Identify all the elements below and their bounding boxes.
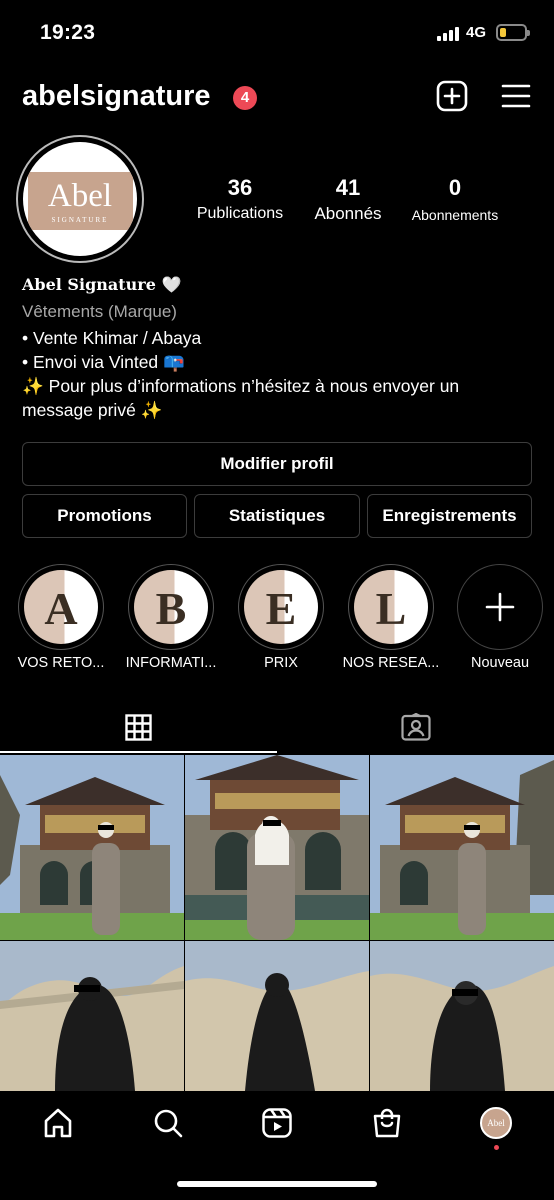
- bio-display-name: 𝐀𝐛𝐞𝐥 𝐒𝐢𝐠𝐧𝐚𝐭𝐮𝐫𝐞 🤍: [22, 275, 182, 294]
- notification-badge[interactable]: 4: [233, 86, 257, 110]
- stat-value: 41: [335, 175, 361, 200]
- bio-line: • Envoi via Vinted 📪: [22, 352, 185, 372]
- hamburger-menu-icon: [501, 84, 531, 108]
- stat-publications[interactable]: 36 Publications: [190, 175, 290, 223]
- saved-button[interactable]: Enregistrements: [367, 494, 532, 538]
- highlight-label: VOS RETO...: [17, 655, 105, 671]
- home-icon: [44, 1108, 72, 1138]
- bio-line: • Vente Khimar / Abaya: [22, 328, 202, 348]
- signal-icon: [437, 27, 459, 41]
- shopping-bag-icon: [373, 1108, 401, 1138]
- stat-followers[interactable]: 41 Abonnés: [303, 175, 393, 224]
- status-bar: 19:23 4G: [0, 0, 554, 66]
- plus-icon: [485, 592, 515, 622]
- battery-icon: [496, 24, 530, 41]
- create-post-button[interactable]: [434, 78, 470, 114]
- insights-button[interactable]: Statistiques: [194, 494, 360, 538]
- post-thumbnail[interactable]: [0, 755, 184, 940]
- avatar-brand-text: Abel: [47, 178, 113, 214]
- tab-posts-grid[interactable]: [0, 700, 277, 754]
- nav-shop-button[interactable]: [367, 1103, 407, 1143]
- home-indicator[interactable]: [177, 1181, 377, 1187]
- network-label: 4G: [466, 24, 487, 41]
- nav-search-button[interactable]: [148, 1103, 188, 1143]
- stat-following[interactable]: 0 Abonnements: [404, 175, 506, 223]
- stat-label: Publications: [196, 205, 284, 222]
- promotions-button[interactable]: Promotions: [22, 494, 187, 538]
- bio-line: ✨ Pour plus d’informations n’hésitez à n…: [22, 376, 460, 396]
- avatar: Abel: [480, 1107, 512, 1139]
- tab-tagged[interactable]: [277, 700, 554, 754]
- bio-category: Vêtements (Marque): [22, 302, 177, 321]
- nav-profile-button[interactable]: Abel: [476, 1103, 516, 1143]
- reels-icon: [262, 1108, 292, 1138]
- bio-line: message privé ✨: [22, 400, 163, 420]
- highlight-label: INFORMATI...: [125, 655, 217, 671]
- stat-value: 0: [448, 175, 462, 200]
- stat-label: Abonnements: [411, 207, 499, 223]
- highlight-label: NOS RESEA...: [342, 655, 440, 671]
- stat-label: Abonnés: [314, 204, 382, 223]
- highlight-letter: E: [265, 583, 297, 634]
- highlight-label: PRIX: [264, 655, 298, 671]
- stat-value: 36: [227, 175, 253, 200]
- story-highlight[interactable]: L NOS RESEA...: [343, 564, 439, 671]
- tagged-person-icon: [400, 713, 431, 741]
- edit-profile-button[interactable]: Modifier profil: [22, 442, 532, 486]
- profile-activity-dot: [494, 1145, 499, 1150]
- nav-home-button[interactable]: [38, 1103, 78, 1143]
- story-highlight[interactable]: E PRIX: [238, 564, 324, 671]
- story-highlight[interactable]: A VOS RETO...: [18, 564, 104, 671]
- grid-icon: [125, 713, 152, 741]
- active-tab-indicator: [0, 751, 277, 753]
- search-icon: [154, 1109, 183, 1138]
- profile-avatar[interactable]: Abel SIGNATURE: [16, 135, 144, 263]
- post-thumbnail[interactable]: [185, 755, 369, 940]
- highlight-letter: A: [44, 583, 78, 634]
- highlight-label: Nouveau: [470, 655, 530, 671]
- profile-bio: 𝐀𝐛𝐞𝐥 𝐒𝐢𝐠𝐧𝐚𝐭𝐮𝐫𝐞 🤍 Vêtements (Marque) • Ve…: [22, 275, 542, 422]
- nav-reels-button[interactable]: [257, 1103, 297, 1143]
- status-time: 19:23: [40, 21, 96, 44]
- story-highlight[interactable]: B INFORMATI...: [126, 564, 216, 671]
- menu-button[interactable]: [498, 78, 534, 114]
- post-thumbnail[interactable]: [370, 755, 554, 940]
- new-highlight-button[interactable]: Nouveau: [457, 564, 543, 671]
- highlight-letter: B: [155, 583, 187, 634]
- plus-square-icon: [436, 80, 468, 112]
- account-username[interactable]: abelsignature: [22, 80, 211, 113]
- profile-header: abelsignature 4: [0, 78, 554, 120]
- posts-grid: [0, 755, 554, 1091]
- avatar-brand-subtext: SIGNATURE: [51, 216, 109, 224]
- highlight-letter: L: [375, 583, 407, 634]
